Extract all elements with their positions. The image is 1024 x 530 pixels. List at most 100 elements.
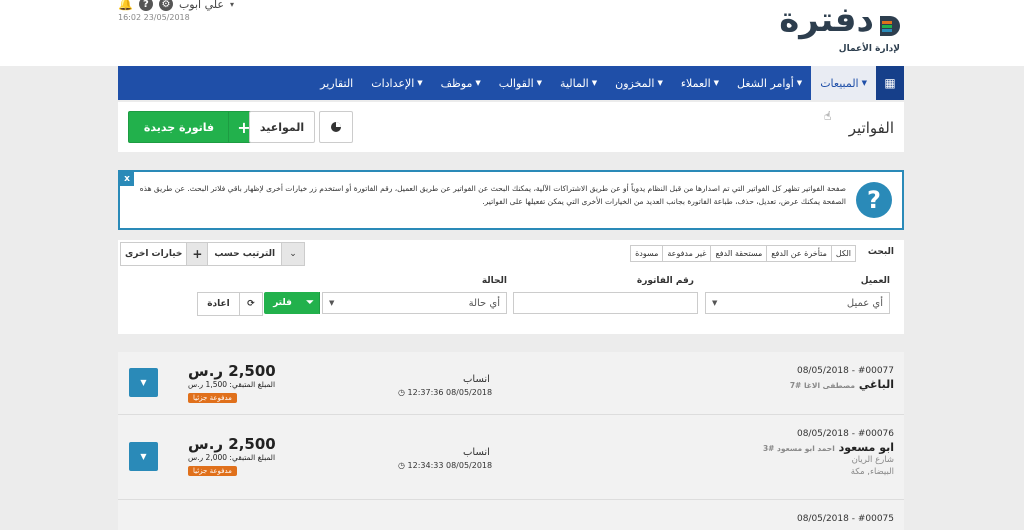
status-badge: مدفوعة جزئيا <box>188 466 237 476</box>
nav-item-sales[interactable]: المبيعات ▼ <box>811 66 876 100</box>
address-line-2: البيضاء, مكة <box>850 467 894 477</box>
user-name[interactable]: علي ابوب <box>179 0 224 11</box>
reset-button[interactable]: اعادة ⟳ <box>197 292 263 316</box>
nav-label: المالية <box>560 76 589 90</box>
status-badge: مدفوعة جزئيا <box>188 393 237 403</box>
client-subtext: احمد ابو مسعود #3 <box>762 444 835 453</box>
sort-and-options: خيارات اخرى + الترتيب حسب ⌄ <box>120 242 306 266</box>
nav-label: المخزون <box>615 76 655 90</box>
invoice-number-input[interactable] <box>513 292 698 314</box>
new-invoice-button[interactable]: فاتورة جديدة + <box>128 111 260 143</box>
remaining-amount: المبلغ المتبقي: 2,000 ر.س <box>188 453 276 462</box>
info-box: x ? صفحة الفواتير تظهر كل الفواتير التي … <box>118 170 904 230</box>
row-actions-dropdown[interactable]: ▼ <box>129 442 158 471</box>
caret-down-icon: ▼ <box>140 452 147 461</box>
tab-draft[interactable]: مسودة <box>630 245 664 262</box>
help-icon[interactable]: ? <box>138 0 153 11</box>
invoice-row[interactable]: 08/05/2018 - #00075 <box>118 500 904 530</box>
status-label: الحالة <box>481 276 507 286</box>
tab-overdue[interactable]: متأخرة عن الدفع <box>766 245 832 262</box>
invoice-row[interactable]: 08/05/2018 - #00077 الباغي مصطفى الاغا #… <box>118 352 904 415</box>
client-name: الباغي <box>858 378 894 391</box>
client-select[interactable]: ▼ أي عميل <box>705 292 890 314</box>
info-text: صفحة الفواتير تظهر كل الفواتير التي تم ا… <box>139 184 846 206</box>
funnel-icon: ⏷ <box>301 292 320 314</box>
row-actions-dropdown[interactable]: ▼ <box>129 368 158 397</box>
chevron-down-icon[interactable]: ⌄ <box>281 243 305 265</box>
invoice-date: 08/05/2018 <box>796 366 849 376</box>
created-time: ◷ 12:37:36 08/05/2018 <box>398 388 492 397</box>
plus-icon[interactable]: + <box>186 243 209 265</box>
invoice-amount: 2,500 ر.س <box>188 435 276 453</box>
chevron-down-icon: ▼ <box>713 79 720 87</box>
client-name: ابو مسعود <box>838 441 894 454</box>
current-datetime: 16:02 23/05/2018 <box>118 13 190 22</box>
appointments-button[interactable]: المواعيد <box>249 111 315 143</box>
pie-chart-button[interactable] <box>319 111 353 143</box>
tab-all[interactable]: الكل <box>830 245 856 262</box>
nav-label: المبيعات <box>820 76 859 90</box>
nav-item-inventory[interactable]: المخزون ▼ <box>606 66 672 100</box>
chevron-down-icon: ▼ <box>417 79 423 87</box>
invoice-number-label: رقم الفاتورة <box>636 276 694 286</box>
created-by: انساب <box>463 374 490 385</box>
invoice-id: #00077 <box>857 366 894 376</box>
user-menu-chevron-icon[interactable]: ▾ <box>230 0 234 9</box>
filter-label: فلتر <box>273 298 292 308</box>
reset-label: اعادة <box>207 299 230 309</box>
nav-item-templates[interactable]: القوالب ▼ <box>490 66 551 100</box>
remaining-amount: المبلغ المتبقي: 1,500 ر.س <box>188 380 276 389</box>
nav-label: موظف <box>440 76 473 90</box>
chevron-down-icon: ▼ <box>475 79 481 87</box>
nav-item-clients[interactable]: العملاء ▼ <box>672 66 728 100</box>
nav-item-finance[interactable]: المالية ▼ <box>551 66 606 100</box>
tab-due[interactable]: مستحقة الدفع <box>710 245 768 262</box>
nav-item-work-orders[interactable]: أوامر الشغل ▼ <box>728 66 811 100</box>
refresh-icon: ⟳ <box>239 293 262 315</box>
caret-down-icon: ▼ <box>712 299 718 307</box>
chevron-down-icon: ▼ <box>657 79 663 87</box>
status-tabs: الكل متأخرة عن الدفع مستحقة الدفع غير مد… <box>630 245 856 262</box>
invoice-number: 08/05/2018 - #00075 <box>796 514 894 524</box>
address-line-1: شارع الريان <box>851 455 894 465</box>
apps-grid-icon[interactable]: ▦ <box>876 66 904 100</box>
invoice-client: الباغي مصطفى الاغا #7 <box>790 378 894 391</box>
invoice-row[interactable]: 08/05/2018 - #00076 ابو مسعود احمد ابو م… <box>118 415 904 500</box>
sort-by-button[interactable]: الترتيب حسب <box>208 243 281 265</box>
nav-label: القوالب <box>498 76 534 90</box>
client-label: العميل <box>860 276 890 286</box>
caret-down-icon: ▼ <box>140 378 147 387</box>
question-icon: ? <box>856 182 892 218</box>
client-select-value: أي عميل <box>846 297 883 309</box>
filter-button[interactable]: فلتر ⏷ <box>264 292 320 314</box>
nav-item-settings[interactable]: الإعدادات ▼ <box>362 66 431 100</box>
clock-icon: ◷ <box>398 388 405 397</box>
invoice-id: #00076 <box>857 429 894 439</box>
nav-item-employee[interactable]: موظف ▼ <box>432 66 490 100</box>
chevron-down-icon: ▼ <box>861 79 867 87</box>
tab-unpaid[interactable]: غير مدفوعة <box>662 245 712 262</box>
nav-item-reports[interactable]: التقارير <box>311 66 362 100</box>
gear-icon[interactable]: ⚙ <box>158 0 173 11</box>
logo-subtitle: لإدارة الأعمال <box>838 44 900 54</box>
invoice-date: 08/05/2018 <box>796 514 849 524</box>
invoice-date: 08/05/2018 <box>796 429 849 439</box>
invoice-number: 08/05/2018 - #00077 <box>796 366 894 376</box>
page-header: الفواتير فاتورة جديدة + المواعيد <box>118 102 904 152</box>
search-label: البحث <box>867 247 894 257</box>
chevron-down-icon: ▼ <box>591 79 598 87</box>
nav-label: التقارير <box>320 76 354 90</box>
more-options-button[interactable]: خيارات اخرى <box>121 243 186 265</box>
logo-text: دفترة <box>779 0 874 40</box>
logo-mark-icon <box>880 16 900 36</box>
logo[interactable]: دفترة لإدارة الأعمال <box>779 0 904 56</box>
created-time: ◷ 12:34:33 08/05/2018 <box>398 461 492 470</box>
clock-icon: ◷ <box>398 461 405 470</box>
filter-panel: البحث الكل متأخرة عن الدفع مستحقة الدفع … <box>118 240 904 334</box>
invoice-client: ابو مسعود احمد ابو مسعود #3 <box>763 441 894 454</box>
created-by: انساب <box>463 447 490 458</box>
status-select[interactable]: ▼ أي حالة <box>322 292 507 314</box>
chevron-down-icon: ▼ <box>796 79 803 87</box>
user-area: ▾ علي ابوب ⚙ ? 🔔 <box>118 0 234 12</box>
bell-icon[interactable]: 🔔 <box>118 0 133 11</box>
